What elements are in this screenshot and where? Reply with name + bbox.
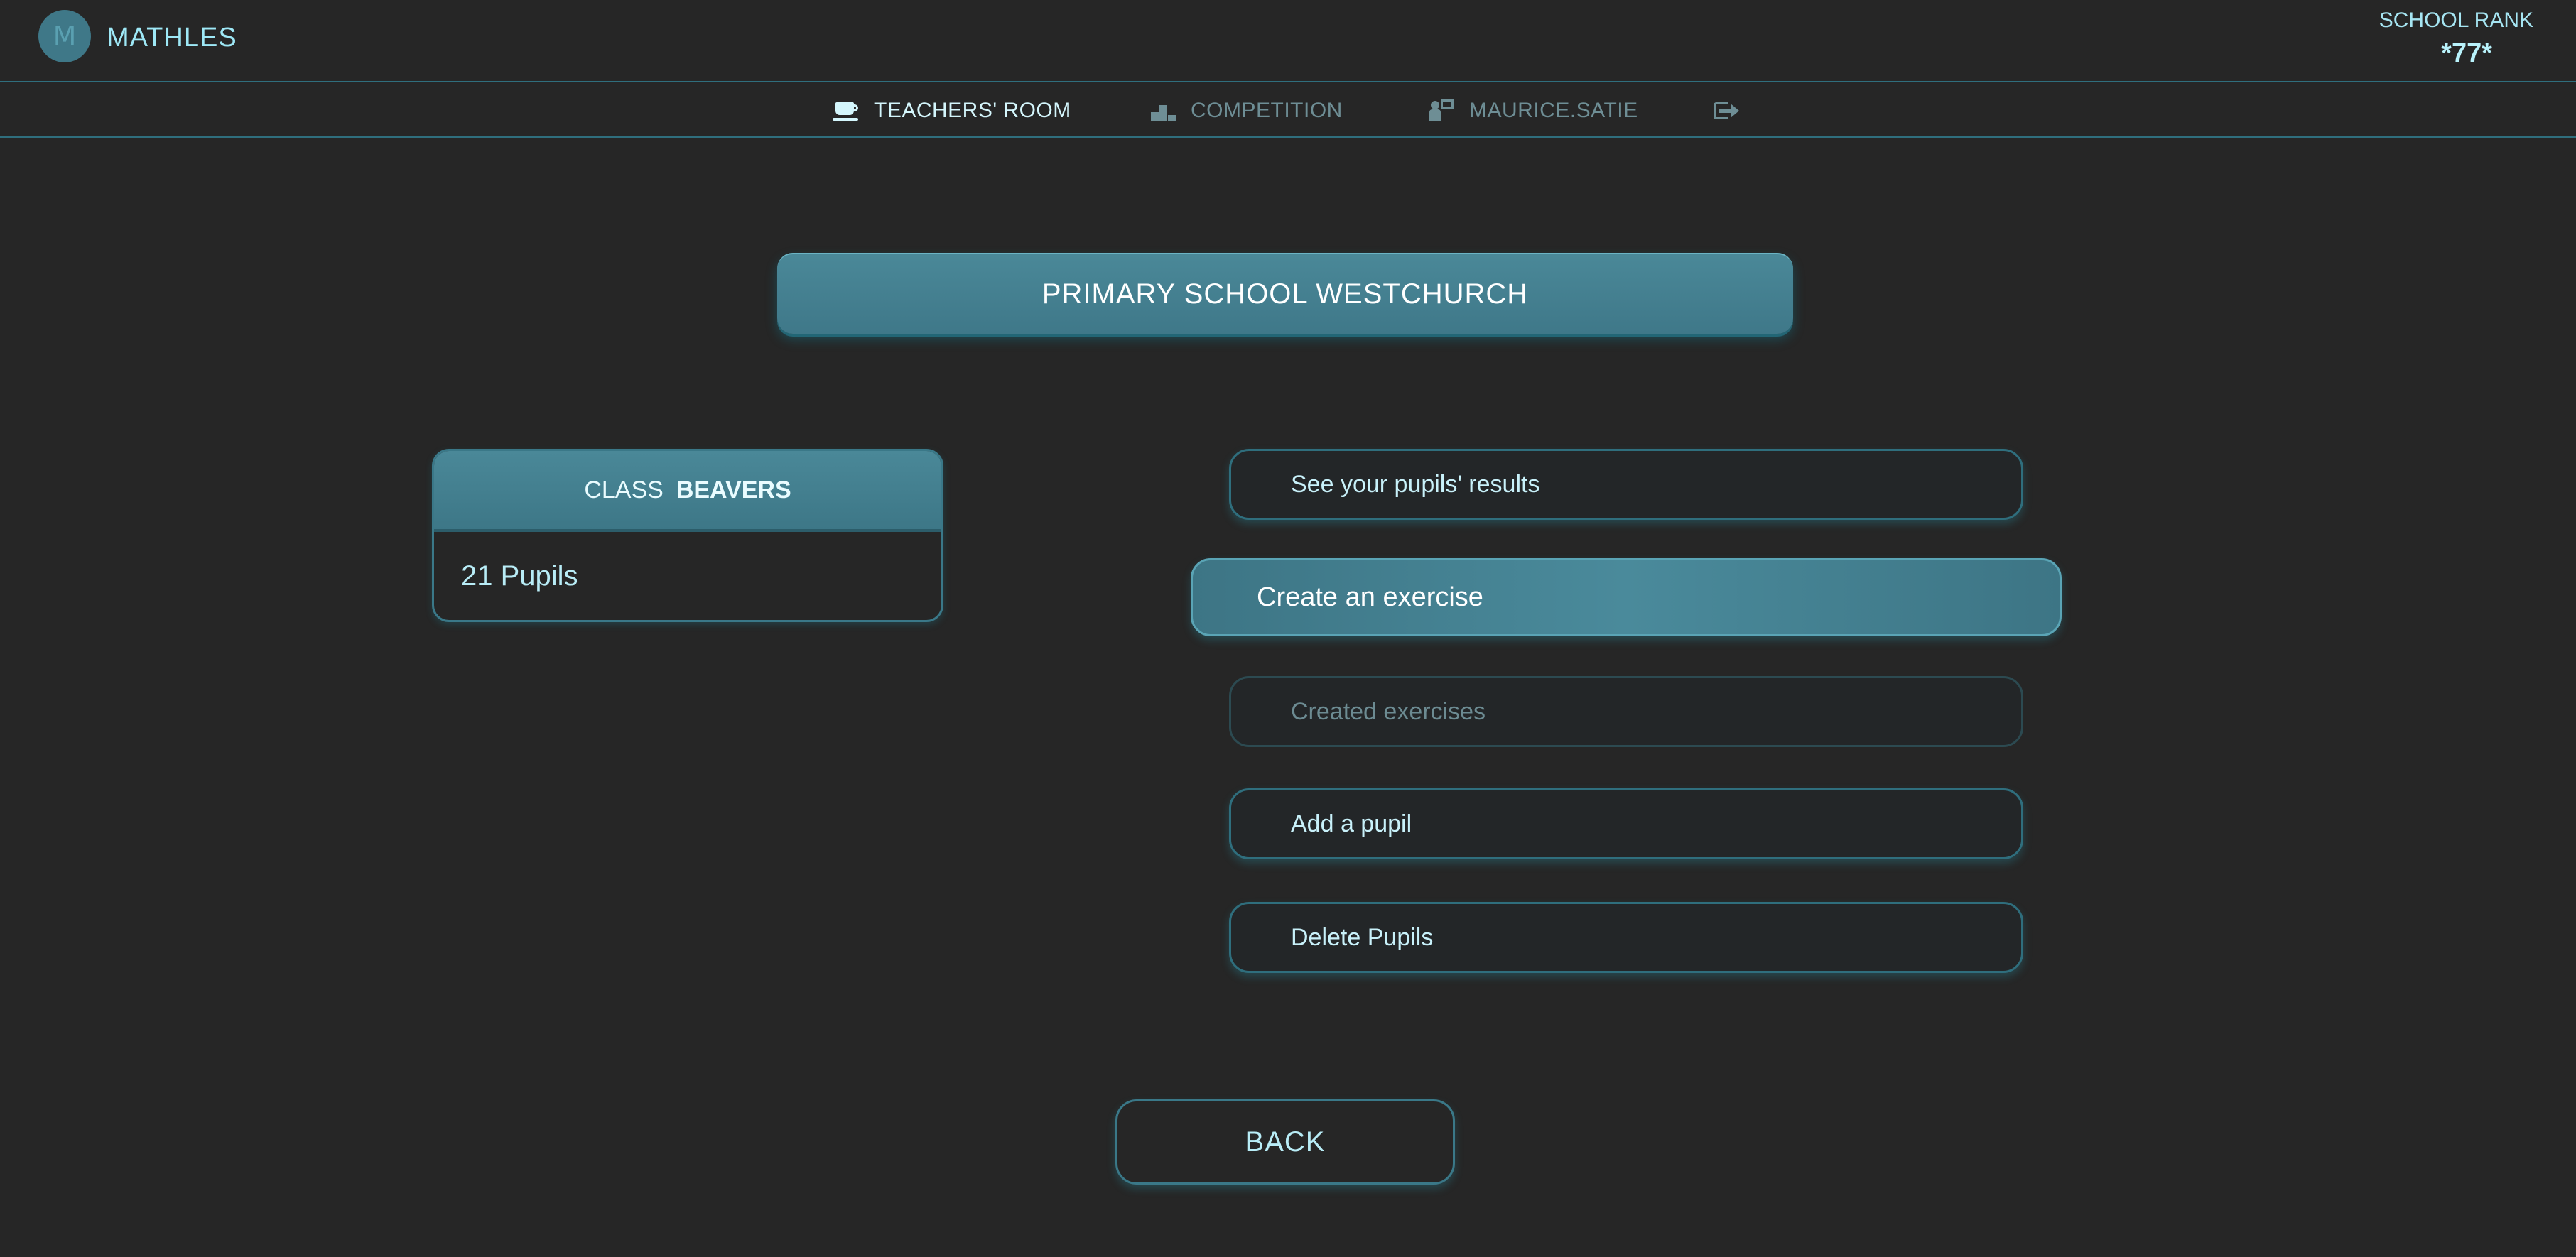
created-exercises-button[interactable]: Created exercises bbox=[1229, 676, 2023, 747]
nav-competition[interactable]: COMPETITION bbox=[1149, 97, 1343, 125]
add-pupil-button[interactable]: Add a pupil bbox=[1229, 788, 2023, 859]
school-rank-label: SCHOOL RANK bbox=[2379, 9, 2533, 32]
nav-teachers-room-label: TEACHERS' ROOM bbox=[874, 99, 1071, 122]
create-exercise-button[interactable]: Create an exercise bbox=[1191, 558, 2062, 636]
school-name-banner: PRIMARY SCHOOL WESTCHURCH bbox=[777, 253, 1793, 334]
nav-profile[interactable]: MAURICE.SATIE bbox=[1428, 97, 1638, 125]
see-results-button[interactable]: See your pupils' results bbox=[1229, 449, 2023, 520]
logo-letter: M bbox=[53, 21, 77, 52]
logo-icon[interactable]: M bbox=[38, 10, 91, 62]
main-nav: TEACHERS' ROOM COMPETITION MAURICE.SATIE bbox=[0, 84, 2576, 138]
app-header: M MATHLES SCHOOL RANK *77* bbox=[0, 0, 2576, 82]
class-card-header: CLASS BEAVERS bbox=[434, 451, 941, 532]
nav-competition-label: COMPETITION bbox=[1191, 99, 1343, 122]
back-button[interactable]: BACK bbox=[1115, 1099, 1455, 1185]
pupil-count: 21 Pupils bbox=[461, 560, 578, 592]
class-label: CLASS bbox=[584, 476, 664, 504]
school-rank-value: *77* bbox=[2441, 38, 2492, 68]
logout-icon bbox=[1712, 98, 1741, 124]
delete-pupils-button[interactable]: Delete Pupils bbox=[1229, 902, 2023, 973]
nav-logout[interactable] bbox=[1712, 97, 1753, 125]
class-card[interactable]: CLASS BEAVERS 21 Pupils bbox=[432, 449, 943, 622]
class-name: BEAVERS bbox=[676, 476, 791, 504]
teacher-icon bbox=[1428, 98, 1456, 124]
nav-teachers-room[interactable]: TEACHERS' ROOM bbox=[833, 97, 1071, 125]
app-title: MATHLES bbox=[107, 23, 237, 53]
nav-profile-label: MAURICE.SATIE bbox=[1469, 99, 1638, 122]
podium-icon bbox=[1149, 98, 1178, 124]
coffee-cup-icon bbox=[833, 98, 861, 124]
